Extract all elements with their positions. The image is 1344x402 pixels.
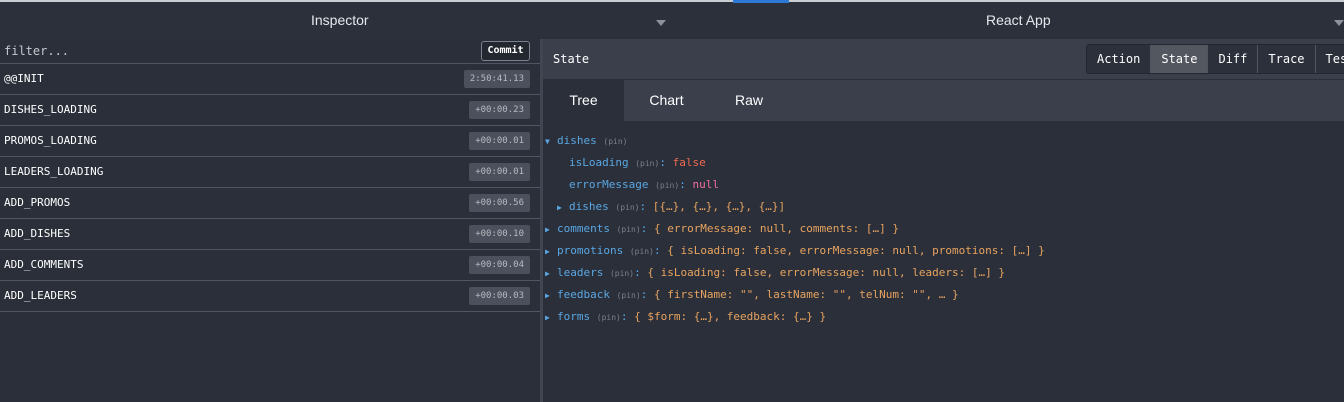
commit-button[interactable]: Commit (481, 41, 530, 61)
monitor-header: State Action State Diff Trace Test (543, 39, 1344, 80)
caret-right-icon[interactable]: ▶ (545, 313, 557, 322)
tree-key: promotions (557, 244, 624, 257)
action-time: +00:00.10 (469, 225, 530, 243)
tree-key: leaders (557, 266, 604, 279)
action-time: +00:00.23 (469, 101, 530, 119)
pin-link[interactable]: (pin) (610, 269, 634, 278)
pin-link[interactable]: (pin) (617, 291, 641, 300)
caret-right-icon[interactable]: ▶ (545, 269, 557, 278)
action-name: PROMOS_LOADING (4, 134, 97, 147)
section-label: State (553, 52, 590, 66)
active-indicator (733, 0, 789, 3)
tree-key: dishes (569, 200, 609, 213)
caret-down-icon[interactable]: ▼ (545, 137, 557, 146)
tree-value: null (692, 178, 719, 191)
action-name: ADD_COMMENTS (4, 258, 84, 271)
tree-key: dishes (557, 134, 597, 147)
action-item[interactable]: ADD_DISHES +00:00.10 (0, 219, 540, 250)
tree-value: false (672, 156, 706, 169)
tree-node-dishes-list[interactable]: ▶ dishes (pin): [{…}, {…}, {…}, {…}] (557, 200, 785, 213)
action-item[interactable]: DISHES_LOADING +00:00.23 (0, 95, 540, 126)
chevron-down-icon[interactable] (656, 20, 666, 26)
tree-node-comments[interactable]: ▶ comments (pin): { errorMessage: null, c… (545, 222, 899, 235)
tab-trace[interactable]: Trace (1258, 45, 1316, 73)
tab-action[interactable]: Action (1087, 45, 1152, 73)
tab-state[interactable]: State (1151, 45, 1209, 73)
tree-preview: { isLoading: false, errorMessage: null, … (667, 244, 1045, 257)
tree-node-forms[interactable]: ▶ forms (pin): { $form: {…}, feedback: {…… (545, 310, 826, 323)
action-item[interactable]: ADD_COMMENTS +00:00.04 (0, 250, 540, 281)
tree-preview: { firstName: "", lastName: "", telNum: "… (653, 288, 959, 301)
tree-node-promotions[interactable]: ▶ promotions (pin): { isLoading: false, e… (545, 244, 1045, 257)
action-name: DISHES_LOADING (4, 103, 97, 116)
pin-link[interactable]: (pin) (615, 203, 639, 212)
action-item[interactable]: PROMOS_LOADING +00:00.01 (0, 126, 540, 157)
tree-key: comments (557, 222, 610, 235)
pin-link[interactable]: (pin) (630, 247, 654, 256)
mode-tabs: Action State Diff Trace Test (1086, 44, 1344, 74)
action-item[interactable]: ADD_LEADERS +00:00.03 (0, 281, 540, 312)
tree-preview: [{…}, {…}, {…}, {…}] (652, 200, 786, 213)
action-time: +00:00.01 (469, 163, 530, 181)
pin-link[interactable]: (pin) (603, 137, 627, 146)
action-name: ADD_DISHES (4, 227, 71, 240)
tree-preview: { $form: {…}, feedback: {…} } (634, 310, 827, 323)
pin-link[interactable]: (pin) (617, 225, 641, 234)
caret-right-icon[interactable]: ▶ (545, 291, 557, 300)
action-time: +00:00.01 (469, 132, 530, 150)
state-monitor-panel: State Action State Diff Trace Test Tree … (543, 39, 1344, 402)
action-item[interactable]: ADD_PROMOS +00:00.56 (0, 188, 540, 219)
tab-tree[interactable]: Tree (543, 80, 624, 121)
tab-test[interactable]: Test (1315, 45, 1344, 73)
action-time: +00:00.04 (469, 256, 530, 274)
state-tree: ▼ dishes (pin) isLoading (pin): false err… (543, 121, 1344, 402)
tree-key: forms (557, 310, 591, 323)
action-list-panel: Commit @@INIT 2:50:41.13 DISHES_LOADING … (0, 39, 540, 402)
tree-node-isloading: isLoading (pin): false (569, 156, 706, 169)
tree-preview: { isLoading: false, errorMessage: null, … (647, 266, 1005, 279)
tree-key: isLoading (569, 156, 629, 169)
pin-link[interactable]: (pin) (655, 181, 679, 190)
action-time: 2:50:41.13 (463, 70, 530, 88)
tree-node-errormessage: errorMessage (pin): null (569, 178, 719, 191)
tree-node-dishes[interactable]: ▼ dishes (pin) (545, 134, 627, 147)
action-item[interactable]: @@INIT 2:50:41.13 (0, 64, 540, 95)
action-name: ADD_PROMOS (4, 196, 71, 209)
filter-input[interactable] (0, 39, 470, 63)
tab-raw[interactable]: Raw (709, 80, 789, 121)
action-name: LEADERS_LOADING (4, 165, 104, 178)
chevron-down-icon[interactable] (1334, 20, 1344, 26)
tree-key: errorMessage (569, 178, 649, 191)
caret-right-icon[interactable]: ▶ (545, 247, 557, 256)
action-item[interactable]: LEADERS_LOADING +00:00.01 (0, 157, 540, 188)
caret-right-icon[interactable]: ▶ (545, 225, 557, 234)
filter-row: Commit (0, 39, 540, 64)
tab-chart[interactable]: Chart (624, 80, 709, 121)
pin-link[interactable]: (pin) (635, 159, 659, 168)
tab-diff[interactable]: Diff (1208, 45, 1259, 73)
app-title[interactable]: React App (986, 2, 1051, 39)
action-time: +00:00.56 (469, 194, 530, 212)
inspector-title[interactable]: Inspector (311, 2, 369, 39)
caret-right-icon[interactable]: ▶ (557, 203, 569, 212)
tree-node-leaders[interactable]: ▶ leaders (pin): { isLoading: false, erro… (545, 266, 1005, 279)
view-tabs: Tree Chart Raw (543, 80, 1344, 121)
tree-node-feedback[interactable]: ▶ feedback (pin): { firstName: "", lastNa… (545, 288, 959, 301)
action-time: +00:00.03 (469, 287, 530, 305)
pin-link[interactable]: (pin) (597, 313, 621, 322)
top-bar: Inspector React App (0, 0, 1344, 39)
tree-key: feedback (557, 288, 610, 301)
action-name: ADD_LEADERS (4, 289, 77, 302)
tree-preview: { errorMessage: null, comments: […] } (653, 222, 899, 235)
action-name: @@INIT (4, 72, 44, 85)
